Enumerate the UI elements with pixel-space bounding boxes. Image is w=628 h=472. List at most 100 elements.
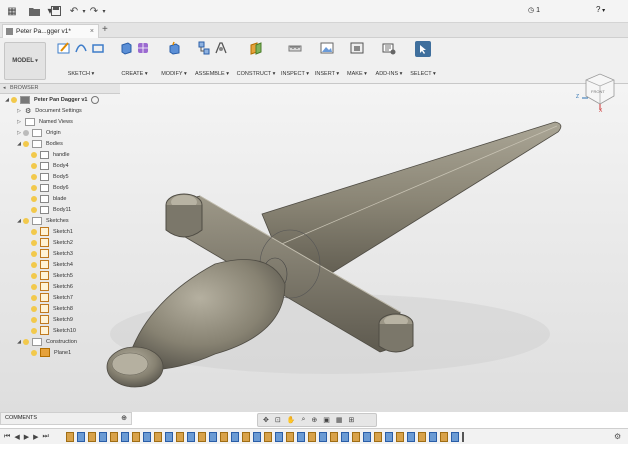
browser-root[interactable]: ◢ Peter Pan Dagger v1 <box>4 94 99 105</box>
collapsed-icon[interactable]: ▷ <box>16 108 22 114</box>
joint-icon[interactable] <box>214 41 228 55</box>
timeline-settings-gear-icon[interactable]: ⚙ <box>614 432 621 441</box>
timeline-feature-icon[interactable] <box>341 432 349 442</box>
timeline-feature-icon[interactable] <box>176 432 184 442</box>
select-group[interactable]: SELECT ▾ <box>409 41 437 81</box>
job-status[interactable]: ◷ 1 <box>528 6 540 15</box>
make-group[interactable]: MAKE ▾ <box>344 41 370 81</box>
visibility-bulb-icon[interactable] <box>31 305 37 312</box>
line-icon[interactable] <box>74 41 88 55</box>
save-icon[interactable] <box>50 5 62 17</box>
add-ins-group[interactable]: ADD-INS ▾ <box>373 41 405 81</box>
expanded-icon[interactable]: ◢ <box>16 218 22 224</box>
sketch-item[interactable]: Sketch7 <box>30 292 73 303</box>
visibility-bulb-icon[interactable] <box>31 239 37 246</box>
timeline-feature-icon[interactable] <box>165 432 173 442</box>
extrude-icon[interactable] <box>119 41 133 55</box>
sketch-item[interactable]: Sketch8 <box>30 303 73 314</box>
timeline-feature-icon[interactable] <box>418 432 426 442</box>
expand-icon[interactable]: ◢ <box>4 97 10 103</box>
go-to-start-icon[interactable]: ⏮ <box>4 433 10 441</box>
visibility-bulb-icon[interactable] <box>31 294 37 301</box>
sketch-item[interactable]: Sketch3 <box>30 248 73 259</box>
visibility-bulb-icon[interactable] <box>31 349 37 356</box>
sketch-item[interactable]: Sketch5 <box>30 270 73 281</box>
go-to-end-icon[interactable]: ⏭ <box>42 433 48 441</box>
timeline-feature-icon[interactable] <box>220 432 228 442</box>
timeline-feature-icon[interactable] <box>110 432 118 442</box>
visibility-bulb-icon[interactable] <box>31 283 37 290</box>
visibility-bulb-icon[interactable] <box>31 162 37 169</box>
display-settings-icon[interactable]: ▣ <box>323 416 330 424</box>
visibility-bulb-icon[interactable] <box>31 195 37 202</box>
timeline-feature-icon[interactable] <box>187 432 195 442</box>
step-back-icon[interactable]: ◀ <box>14 433 19 441</box>
play-icon[interactable]: ▶ <box>24 433 29 441</box>
zoom-icon[interactable]: ⌕ <box>301 416 305 424</box>
modify-group[interactable]: MODIFY ▾ <box>158 41 190 81</box>
timeline-feature-icon[interactable] <box>396 432 404 442</box>
workspace-mode-button[interactable]: MODEL ▾ <box>4 42 46 80</box>
timeline-feature-icon[interactable] <box>286 432 294 442</box>
visibility-bulb-icon[interactable] <box>23 129 29 136</box>
comments-panel[interactable]: COMMENTS ⊕ <box>0 412 132 425</box>
body-item[interactable]: Body11 <box>30 204 71 215</box>
zoom-window-icon[interactable]: ⊕ <box>311 416 317 424</box>
body-item[interactable]: Body4 <box>30 160 69 171</box>
timeline-features[interactable] <box>66 432 464 442</box>
timeline-feature-icon[interactable] <box>99 432 107 442</box>
visibility-bulb-icon[interactable] <box>31 272 37 279</box>
sketch-group[interactable]: SKETCH ▾ <box>52 41 110 81</box>
browser-item-sketches[interactable]: ◢ Sketches <box>16 215 69 226</box>
insert-image-icon[interactable] <box>320 41 334 55</box>
sketch-item[interactable]: Sketch10 <box>30 325 76 336</box>
timeline-marker[interactable] <box>462 432 464 442</box>
timeline-feature-icon[interactable] <box>77 432 85 442</box>
timeline-feature-icon[interactable] <box>308 432 316 442</box>
visibility-bulb-icon[interactable] <box>31 250 37 257</box>
viewports-icon[interactable]: ⊞ <box>349 416 355 424</box>
timeline-feature-icon[interactable] <box>297 432 305 442</box>
timeline-feature-icon[interactable] <box>330 432 338 442</box>
redo-chevron-icon[interactable]: ▾ <box>98 5 110 17</box>
press-pull-icon[interactable] <box>167 41 181 55</box>
document-tab[interactable]: Peter Pa...gger v1* × <box>2 24 99 38</box>
body-item[interactable]: blade <box>30 193 66 204</box>
collapsed-icon[interactable]: ▷ <box>16 119 22 125</box>
insert-group[interactable]: INSERT ▾ <box>313 41 341 81</box>
select-icon[interactable] <box>415 41 431 57</box>
folder-icon[interactable] <box>28 5 40 17</box>
inspect-group[interactable]: INSPECT ▾ <box>280 41 310 81</box>
timeline-feature-icon[interactable] <box>319 432 327 442</box>
activate-radio-icon[interactable] <box>90 95 99 104</box>
expanded-icon[interactable]: ◢ <box>16 141 22 147</box>
scripts-addins-icon[interactable] <box>382 41 396 55</box>
browser-header[interactable]: ◂ BROWSER <box>0 84 120 94</box>
browser-item-bodies[interactable]: ◢ Bodies <box>16 138 63 149</box>
create-sketch-icon[interactable] <box>57 41 71 55</box>
timeline-feature-icon[interactable] <box>374 432 382 442</box>
close-tab-icon[interactable]: × <box>90 28 94 35</box>
timeline-feature-icon[interactable] <box>253 432 261 442</box>
timeline-feature-icon[interactable] <box>66 432 74 442</box>
create-group[interactable]: CREATE ▾ <box>112 41 157 81</box>
timeline-feature-icon[interactable] <box>143 432 151 442</box>
timeline-feature-icon[interactable] <box>132 432 140 442</box>
body-item[interactable]: Body5 <box>30 171 69 182</box>
timeline-feature-icon[interactable] <box>275 432 283 442</box>
timeline-feature-icon[interactable] <box>385 432 393 442</box>
step-forward-icon[interactable]: ▶ <box>33 433 38 441</box>
visibility-bulb-icon[interactable] <box>31 184 37 191</box>
timeline-feature-icon[interactable] <box>154 432 162 442</box>
pan-icon[interactable]: ✋ <box>287 416 296 424</box>
visibility-bulb-icon[interactable] <box>23 140 29 147</box>
expanded-icon[interactable]: ◢ <box>16 339 22 345</box>
measure-icon[interactable] <box>288 41 302 55</box>
construct-group[interactable]: CONSTRUCT ▾ <box>235 41 277 81</box>
timeline-feature-icon[interactable] <box>451 432 459 442</box>
form-icon[interactable] <box>136 41 150 55</box>
visibility-bulb-icon[interactable] <box>31 327 37 334</box>
browser-item-named-views[interactable]: ▷ Named Views <box>16 116 73 127</box>
body-item[interactable]: Body6 <box>30 182 69 193</box>
sketch-item[interactable]: Sketch2 <box>30 237 73 248</box>
